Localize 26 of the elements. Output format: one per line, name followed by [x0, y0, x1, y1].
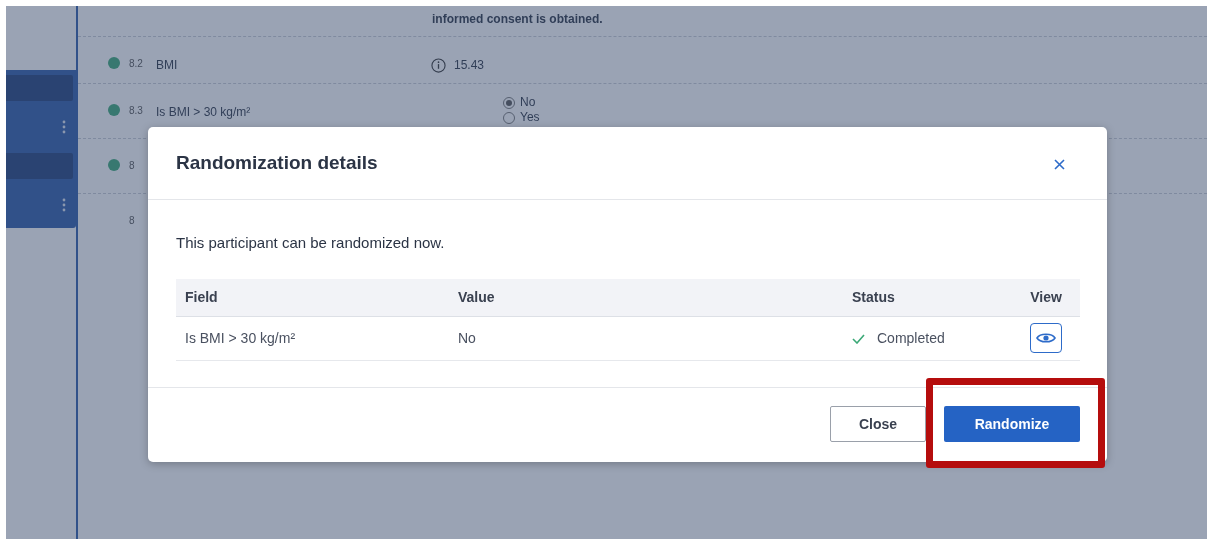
close-button[interactable]: Close: [830, 406, 926, 442]
item-number: 8.2: [129, 57, 144, 71]
column-header: Field: [184, 287, 219, 307]
column-header: Value: [458, 287, 496, 307]
table-cell-text: No: [458, 328, 477, 348]
item-number: 8: [129, 214, 136, 228]
eye-icon: [1036, 332, 1056, 344]
dialog-message: This participant can be randomized now.: [176, 233, 446, 253]
item-number: 8: [129, 159, 136, 173]
info-icon[interactable]: [431, 56, 446, 74]
view-button[interactable]: [1030, 323, 1062, 353]
table-cell-text: Is BMI > 30 kg/m²: [184, 328, 297, 348]
status-text: Completed: [877, 328, 945, 348]
radio-label: Yes: [520, 110, 540, 125]
column-header: Status: [852, 287, 896, 307]
dialog-title: Randomization details: [176, 151, 378, 175]
kebab-icon[interactable]: [62, 198, 66, 212]
randomize-button[interactable]: Randomize: [944, 406, 1080, 442]
radio-label: No: [520, 95, 536, 110]
kebab-icon[interactable]: [62, 120, 66, 134]
item-number: 8.3: [129, 104, 144, 118]
question-label: Is BMI > 30 kg/m²: [156, 104, 252, 121]
note-text: informed consent is obtained.: [431, 11, 604, 28]
question-label: BMI: [156, 57, 179, 74]
column-header: View: [1029, 287, 1063, 307]
answer-value: 15.43: [454, 57, 485, 74]
